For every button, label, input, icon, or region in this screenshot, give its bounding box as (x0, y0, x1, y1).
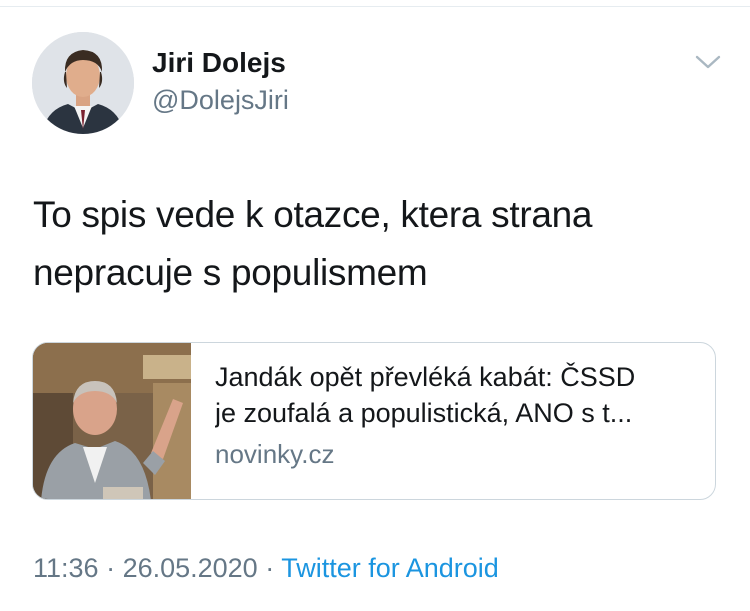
tweet-time[interactable]: 11:36 (33, 553, 99, 583)
meta-separator: · (257, 553, 282, 583)
link-card-domain: novinky.cz (215, 439, 335, 469)
avatar[interactable] (32, 32, 134, 134)
divider (0, 6, 750, 7)
chevron-down-icon[interactable] (694, 52, 722, 72)
display-name[interactable]: Jiri Dolejs (152, 45, 289, 81)
tweet-source-link[interactable]: Twitter for Android (281, 553, 499, 583)
tweet: Jiri Dolejs @DolejsJiri To spis vede k o… (0, 0, 750, 611)
user-handle[interactable]: @DolejsJiri (152, 83, 289, 117)
tweet-date[interactable]: 26.05.2020 (123, 553, 258, 583)
meta-separator: · (98, 553, 123, 583)
tweet-text-line: nepracuje s populismem (33, 252, 428, 293)
tweet-text: To spis vede k otazce, ktera strana nepr… (33, 186, 713, 302)
link-card-title: je zoufalá a populistická, ANO s t... (215, 398, 633, 428)
tweet-header: Jiri Dolejs @DolejsJiri (32, 32, 289, 134)
tweet-meta: 11:36 · 26.05.2020 · Twitter for Android (33, 550, 499, 586)
link-card-title: Jandák opět převléká kabát: ČSSD (215, 362, 636, 392)
link-card-body: Jandák opět převléká kabát: ČSSD je zouf… (191, 343, 715, 499)
link-card-thumbnail (33, 343, 191, 499)
author-names: Jiri Dolejs @DolejsJiri (152, 45, 289, 117)
link-card[interactable]: Jandák opět převléká kabát: ČSSD je zouf… (32, 342, 716, 500)
tweet-text-line: To spis vede k otazce, ktera strana (33, 194, 593, 235)
